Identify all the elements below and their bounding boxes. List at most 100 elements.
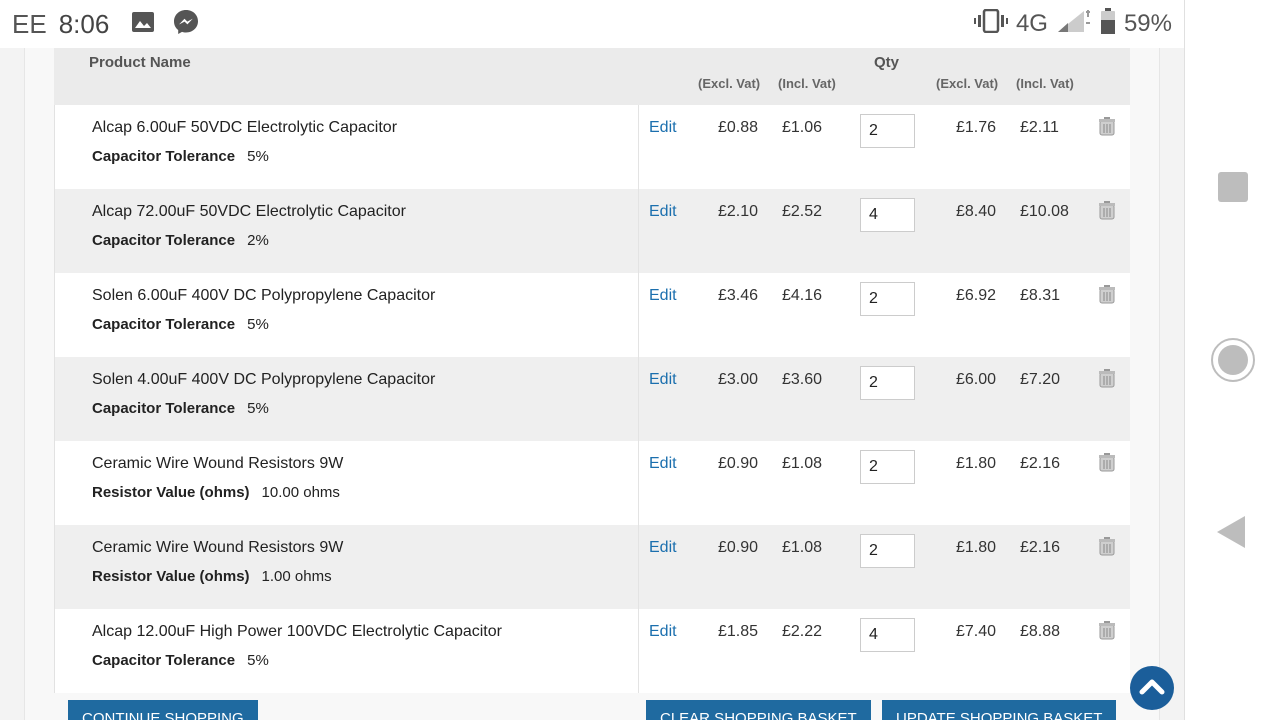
column-divider [638,609,639,693]
unit-price-incl: £2.52 [782,203,823,220]
total-price-excl: £6.00 [956,371,997,388]
option-value: 2% [247,232,269,249]
product-option: Capacitor Tolerance 5% [92,652,269,669]
unit-price-excl: £0.90 [718,539,759,556]
update-basket-button[interactable]: UPDATE SHOPPING BASKET [882,700,1117,720]
product-option: Resistor Value (ohms) 10.00 ohms [92,484,340,501]
edit-link[interactable]: Edit [649,203,677,221]
column-divider [638,357,639,441]
option-value: 5% [247,652,269,669]
unit-price-excl: £3.00 [718,371,759,388]
edit-link[interactable]: Edit [649,623,677,641]
option-label: Capacitor Tolerance [92,400,236,417]
table-row: Ceramic Wire Wound Resistors 9W Resistor… [54,441,1130,525]
network-type: 4G [1015,10,1048,37]
scroll-to-top-button[interactable] [1130,666,1174,710]
qty-input[interactable] [860,366,915,400]
header-product-name: Product Name [89,54,191,71]
status-time: 8:06 [58,8,110,39]
total-price-excl: £1.80 [956,539,997,556]
header-qty: Qty [874,54,900,71]
total-price-excl: £1.76 [956,119,997,136]
product-option: Capacitor Tolerance 2% [92,232,269,249]
option-label: Capacitor Tolerance [92,148,236,165]
unit-price-excl: £3.46 [718,287,759,304]
total-price-excl: £8.40 [956,203,997,220]
unit-price-incl: £3.60 [782,371,823,388]
clear-basket-button[interactable]: CLEAR SHOPPING BASKET [646,700,871,720]
qty-input[interactable] [860,450,915,484]
basket-table: Product Name Qty (Excl. Vat) (Incl. Vat)… [54,48,1130,693]
trash-icon[interactable] [1097,116,1117,136]
header-unit-incl: (Incl. Vat) [778,76,836,91]
total-price-incl: £8.88 [1020,623,1061,640]
option-value: 10.00 ohms [261,484,340,501]
unit-price-excl: £2.10 [718,203,759,220]
total-price-excl: £7.40 [956,623,997,640]
edit-link[interactable]: Edit [649,539,677,557]
back-icon[interactable] [1217,516,1245,548]
total-price-incl: £2.16 [1020,539,1061,556]
product-option: Capacitor Tolerance 5% [92,400,269,417]
edit-link[interactable]: Edit [649,455,677,473]
recent-apps-icon[interactable] [1218,172,1248,202]
qty-input[interactable] [860,198,915,232]
edit-link[interactable]: Edit [649,287,677,305]
product-option: Capacitor Tolerance 5% [92,148,269,165]
qty-input[interactable] [860,282,915,316]
home-icon-inner [1218,345,1248,375]
edit-link[interactable]: Edit [649,371,677,389]
header-total-incl: (Incl. Vat) [1016,76,1074,91]
column-divider [638,105,639,189]
home-icon[interactable] [1211,338,1255,382]
table-row: Solen 6.00uF 400V DC Polypropylene Capac… [54,273,1130,357]
option-value: 5% [247,148,269,165]
status-right-group: 4G 59% [973,0,1172,48]
option-value: 5% [247,316,269,333]
qty-input[interactable] [860,114,915,148]
column-divider [638,189,639,273]
edit-link[interactable]: Edit [649,119,677,137]
battery-percent: 59% [1123,10,1172,37]
unit-price-excl: £0.90 [718,455,759,472]
option-label: Resistor Value (ohms) [92,484,250,501]
trash-icon[interactable] [1097,284,1117,304]
header-unit-excl: (Excl. Vat) [698,76,761,91]
total-price-incl: £10.08 [1020,203,1069,220]
navigation-bar [1184,0,1280,720]
messenger-icon [173,9,199,40]
option-label: Capacitor Tolerance [92,652,236,669]
option-value: 1.00 ohms [261,568,332,585]
unit-price-incl: £2.22 [782,623,823,640]
chevron-up-icon [1139,679,1165,695]
trash-icon[interactable] [1097,452,1117,472]
product-name: Alcap 72.00uF 50VDC Electrolytic Capacit… [92,203,406,220]
trash-icon[interactable] [1097,200,1117,220]
trash-icon[interactable] [1097,368,1117,388]
total-price-excl: £6.92 [956,287,997,304]
table-header: Product Name Qty (Excl. Vat) (Incl. Vat)… [54,48,1130,105]
table-row: Alcap 6.00uF 50VDC Electrolytic Capacito… [54,105,1130,189]
option-value: 5% [247,400,269,417]
product-option: Capacitor Tolerance 5% [92,316,269,333]
total-price-incl: £7.20 [1020,371,1061,388]
trash-icon[interactable] [1097,620,1117,640]
product-name: Ceramic Wire Wound Resistors 9W [92,455,344,472]
product-name: Alcap 12.00uF High Power 100VDC Electrol… [92,623,502,640]
header-total-excl: (Excl. Vat) [936,76,999,91]
column-divider [638,441,639,525]
continue-shopping-button[interactable]: CONTINUE SHOPPING [68,700,258,720]
total-price-incl: £2.11 [1020,119,1059,136]
carrier-name: EE [12,8,47,39]
option-label: Capacitor Tolerance [92,232,236,249]
vibrate-icon [973,8,1008,40]
trash-icon[interactable] [1097,536,1117,556]
product-name: Solen 4.00uF 400V DC Polypropylene Capac… [92,371,436,388]
total-price-incl: £2.16 [1020,455,1061,472]
qty-input[interactable] [860,534,915,568]
status-bar: EE 8:06 4G 59% [0,0,1184,48]
product-name: Alcap 6.00uF 50VDC Electrolytic Capacito… [92,119,398,136]
qty-input[interactable] [860,618,915,652]
column-divider [638,525,639,609]
table-row: Alcap 72.00uF 50VDC Electrolytic Capacit… [54,189,1130,273]
